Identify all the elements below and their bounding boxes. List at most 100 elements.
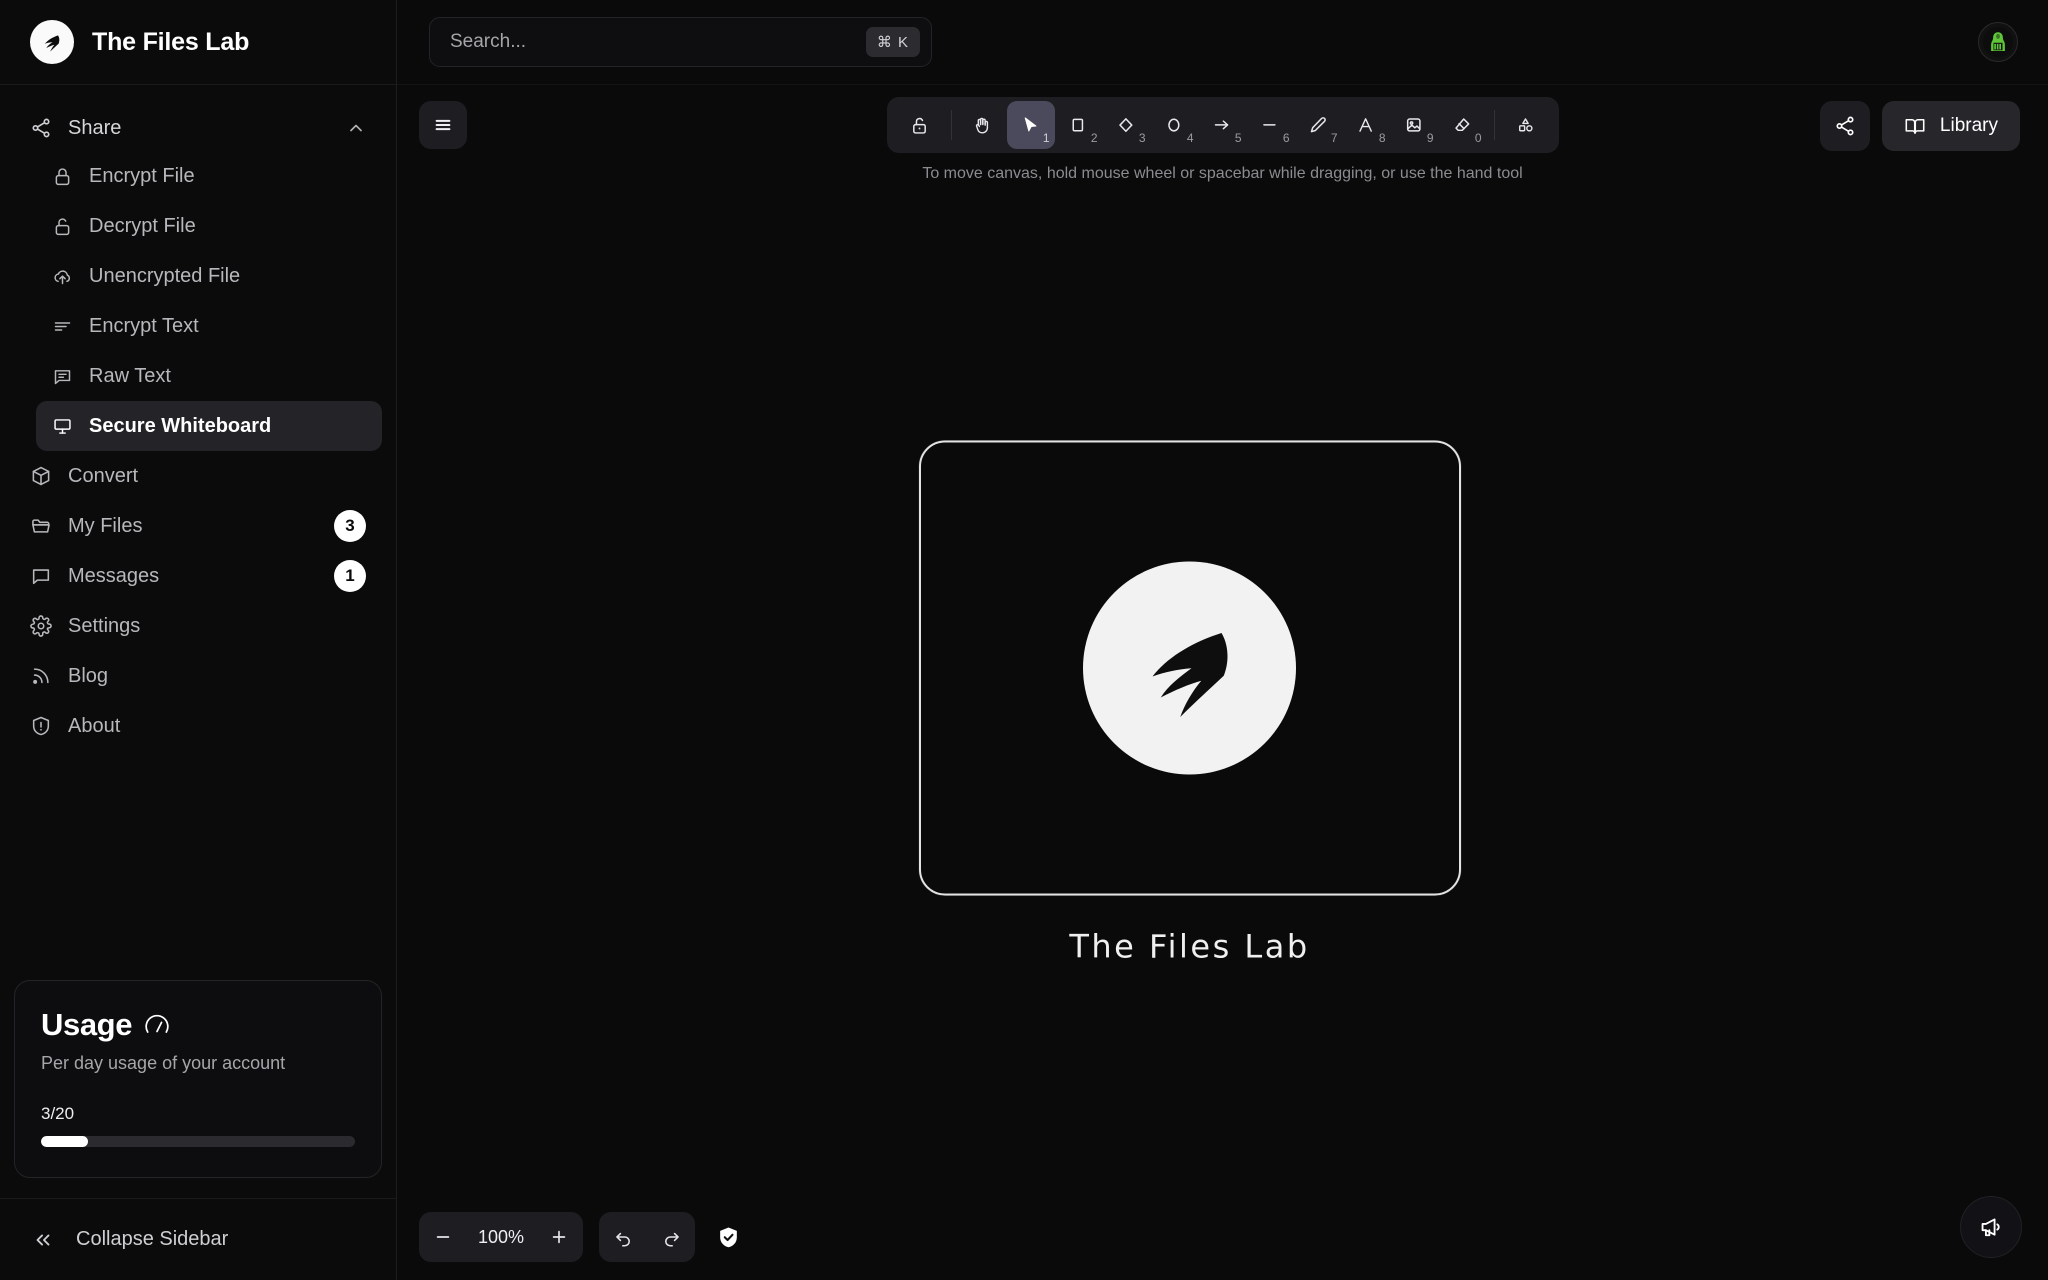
tool-text[interactable]: 8 [1343, 101, 1391, 149]
toolbar-divider [950, 110, 952, 140]
lock-open-icon [52, 216, 73, 237]
canvas-menu-button[interactable] [419, 101, 467, 149]
tool-rectangle[interactable]: 2 [1055, 101, 1103, 149]
megaphone-icon [1978, 1214, 2004, 1240]
tool-ellipse[interactable]: 4 [1151, 101, 1199, 149]
sidebar-item-about[interactable]: About [14, 701, 382, 751]
sidebar-item-label: Encrypt File [89, 164, 195, 187]
tool-shortcut: 3 [1138, 131, 1146, 145]
sidebar-item-unencrypted-file[interactable]: Unencrypted File [36, 251, 382, 301]
usage-progress-bar [41, 1136, 355, 1147]
tool-hand[interactable] [959, 101, 1007, 149]
zoom-level[interactable]: 100% [467, 1227, 535, 1248]
drawing-toolbar: 1 2 3 4 5 6 7 8 9 0 [886, 97, 1559, 153]
tool-diamond[interactable]: 3 [1103, 101, 1151, 149]
sidebar-item-label: Blog [68, 664, 109, 687]
library-button[interactable]: Library [1881, 101, 2020, 151]
brand-logo-icon [30, 20, 74, 64]
presentation-icon [52, 416, 73, 437]
tool-shortcut: 6 [1282, 131, 1290, 145]
sidebar-nav: Share Encrypt File Decrypt File Unencryp… [0, 85, 396, 980]
tool-image[interactable]: 9 [1391, 101, 1439, 149]
drawn-rounded-rectangle[interactable] [918, 440, 1461, 895]
tool-line[interactable]: 6 [1247, 101, 1295, 149]
brand-header[interactable]: The Files Lab [0, 0, 396, 85]
tool-shortcut: 9 [1426, 131, 1434, 145]
sidebar-item-label: Unencrypted File [89, 264, 241, 287]
sidebar-item-label: Convert [68, 464, 139, 487]
canvas-actions: Library [1819, 101, 2020, 151]
zoom-out-button[interactable] [419, 1212, 467, 1262]
tool-eraser[interactable]: 0 [1439, 101, 1487, 149]
sidebar-item-label: Raw Text [89, 364, 171, 387]
folder-icon [30, 515, 52, 537]
library-button-label: Library [1939, 115, 1998, 136]
tool-draw[interactable]: 7 [1295, 101, 1343, 149]
whiteboard-canvas[interactable]: 1 2 3 4 5 6 7 8 9 0 To move canvas, hold… [397, 85, 2048, 1280]
feedback-button[interactable] [1960, 1196, 2022, 1258]
secure-status-button[interactable] [711, 1217, 745, 1257]
package-icon [30, 465, 52, 487]
sidebar-item-messages[interactable]: Messages 1 [14, 551, 382, 601]
sidebar-item-label: Decrypt File [89, 214, 196, 237]
gear-icon [30, 615, 52, 637]
sidebar-item-label: My Files [68, 514, 143, 537]
rss-icon [30, 665, 52, 687]
canvas-hint-text: To move canvas, hold mouse wheel or spac… [922, 165, 1523, 182]
tool-shortcut: 2 [1090, 131, 1098, 145]
sidebar-item-blog[interactable]: Blog [14, 651, 382, 701]
book-open-icon [1904, 115, 1926, 137]
message-circle-icon [30, 565, 52, 587]
toolbar-divider [1493, 110, 1495, 140]
info-shield-icon [30, 715, 52, 737]
zoom-in-button[interactable] [535, 1212, 583, 1262]
tool-shortcut: 5 [1234, 131, 1242, 145]
sidebar-group-share[interactable]: Share [14, 105, 382, 151]
drawn-text-caption[interactable]: The Files Lab [1069, 927, 1309, 965]
tool-shortcut: 7 [1330, 131, 1338, 145]
files-lab-logo-icon[interactable] [1083, 561, 1296, 774]
tool-lock[interactable] [896, 101, 944, 149]
tool-shortcut: 8 [1378, 131, 1386, 145]
redo-button[interactable] [647, 1212, 695, 1262]
tool-selection[interactable]: 1 [1006, 101, 1055, 149]
sidebar-item-encrypt-file[interactable]: Encrypt File [36, 151, 382, 201]
search-shortcut-kbd: ⌘ K [865, 27, 920, 57]
sidebar-item-label: About [68, 714, 121, 737]
share-icon [30, 117, 52, 139]
tool-shortcut: 4 [1186, 131, 1194, 145]
sidebar-item-encrypt-text[interactable]: Encrypt Text [36, 301, 382, 351]
avatar[interactable] [1978, 22, 2018, 62]
sidebar-item-decrypt-file[interactable]: Decrypt File [36, 201, 382, 251]
message-square-icon [52, 366, 73, 387]
usage-card: Usage Per day usage of your account 3/20 [14, 980, 382, 1178]
sidebar-item-label: Encrypt Text [89, 314, 199, 337]
usage-title-row: Usage [41, 1007, 355, 1043]
undo-button[interactable] [599, 1212, 647, 1262]
sidebar-item-settings[interactable]: Settings [14, 601, 382, 651]
app-root: The Files Lab Share Encrypt File Decrypt… [0, 0, 2048, 1280]
history-controls [599, 1212, 695, 1262]
hamburger-menu-icon [432, 114, 454, 136]
tool-shapes[interactable] [1502, 101, 1550, 149]
usage-count: 3/20 [41, 1104, 75, 1123]
canvas-drawing[interactable]: The Files Lab [918, 440, 1461, 965]
share-button[interactable] [1819, 101, 1870, 151]
gauge-icon [144, 1012, 170, 1038]
sidebar-item-my-files[interactable]: My Files 3 [14, 501, 382, 551]
collapse-sidebar-button[interactable]: Collapse Sidebar [0, 1198, 396, 1280]
usage-subtitle: Per day usage of your account [41, 1053, 286, 1073]
top-bar-right [1978, 22, 2018, 62]
sidebar-item-raw-text[interactable]: Raw Text [36, 351, 382, 401]
search-placeholder: Search... [450, 31, 527, 52]
zoom-controls: 100% [419, 1212, 583, 1262]
chevron-up-icon[interactable] [346, 118, 366, 138]
status-badge: 3 [334, 510, 366, 542]
sidebar-item-secure-whiteboard[interactable]: Secure Whiteboard [36, 401, 382, 451]
search-input[interactable]: Search... ⌘ K [429, 17, 932, 67]
tool-arrow[interactable]: 5 [1199, 101, 1247, 149]
main-area: Search... ⌘ K 1 2 3 4 5 6 7 8 9 0 To mov… [397, 0, 2048, 1280]
chevrons-left-icon [32, 1229, 54, 1251]
sidebar-item-convert[interactable]: Convert [14, 451, 382, 501]
lock-closed-icon [52, 166, 73, 187]
